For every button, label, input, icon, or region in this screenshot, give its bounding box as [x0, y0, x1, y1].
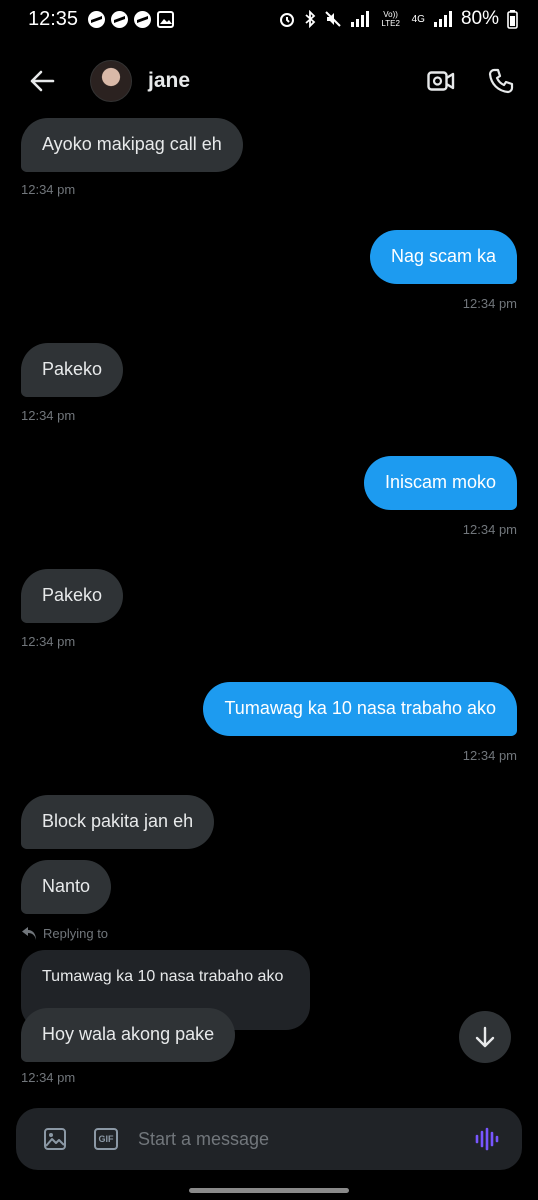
replying-to-label: Replying to — [21, 926, 108, 941]
system-icons: Vo)) LTE2 4G 80% — [278, 8, 518, 30]
alarm-icon — [279, 13, 294, 27]
incoming-message[interactable]: Ayoko makipag call eh — [21, 118, 243, 172]
signal-icon — [433, 11, 452, 27]
voice-call-button[interactable] — [484, 64, 518, 98]
message-timestamp: 12:34 pm — [21, 182, 76, 197]
back-button[interactable] — [20, 59, 64, 103]
messenger-icon — [134, 10, 152, 28]
arrow-left-icon — [30, 70, 55, 92]
messenger-icon — [111, 10, 129, 28]
mute-icon — [324, 11, 341, 27]
volte-label: Vo)) LTE2 — [381, 10, 400, 28]
message-timestamp: 12:34 pm — [462, 748, 517, 763]
outgoing-message[interactable]: Iniscam moko — [363, 456, 517, 510]
message-timestamp: 12:34 pm — [462, 296, 517, 311]
message-timestamp: 12:34 pm — [21, 408, 76, 423]
contact-avatar[interactable] — [90, 60, 132, 102]
image-icon — [44, 1128, 66, 1150]
incoming-message[interactable]: Pakeko — [21, 343, 124, 397]
incoming-message[interactable]: Block pakita jan eh — [21, 795, 215, 849]
message-input[interactable] — [138, 1128, 472, 1150]
network-type-label: 4G — [411, 13, 425, 25]
video-call-button[interactable] — [424, 64, 458, 98]
battery-percent: 80% — [460, 8, 499, 29]
scroll-to-bottom-button[interactable] — [459, 1011, 511, 1063]
messenger-icon — [88, 10, 106, 28]
message-timestamp: 12:34 pm — [462, 522, 517, 537]
message-timestamp: 12:34 pm — [21, 634, 76, 649]
voice-message-button[interactable] — [472, 1124, 502, 1154]
arrow-down-icon — [475, 1026, 495, 1048]
gif-icon[interactable]: GIF — [94, 1128, 118, 1150]
waveform-icon — [475, 1127, 499, 1151]
incoming-message[interactable]: Pakeko — [21, 569, 124, 623]
reply-arrow-icon — [22, 926, 36, 940]
status-bar: 12:35 Vo)) LTE2 4G 80% — [0, 0, 538, 38]
contact-name[interactable]: jane — [148, 69, 190, 93]
video-camera-icon — [427, 71, 455, 91]
phone-icon — [488, 68, 514, 94]
incoming-message[interactable]: Nanto — [21, 860, 112, 914]
battery-icon — [507, 9, 518, 29]
add-image-button[interactable] — [42, 1126, 68, 1152]
signal-icon — [350, 11, 369, 27]
bluetooth-icon — [305, 10, 315, 28]
conversation-header: jane — [0, 48, 538, 114]
outgoing-message[interactable]: Tumawag ka 10 nasa trabaho ako — [203, 682, 517, 736]
home-indicator[interactable] — [189, 1188, 349, 1193]
message-composer: GIF — [16, 1108, 522, 1170]
gallery-notification-icon — [157, 10, 175, 28]
status-time: 12:35 — [28, 7, 79, 30]
incoming-message[interactable]: Hoy wala akong pake — [21, 1008, 236, 1062]
outgoing-message[interactable]: Nag scam ka — [369, 230, 517, 284]
notification-icons — [88, 10, 175, 28]
message-timestamp: 12:34 pm — [21, 1070, 76, 1085]
message-list[interactable]: Ayoko makipag call eh 12:34 pm Nag scam … — [0, 114, 538, 1104]
